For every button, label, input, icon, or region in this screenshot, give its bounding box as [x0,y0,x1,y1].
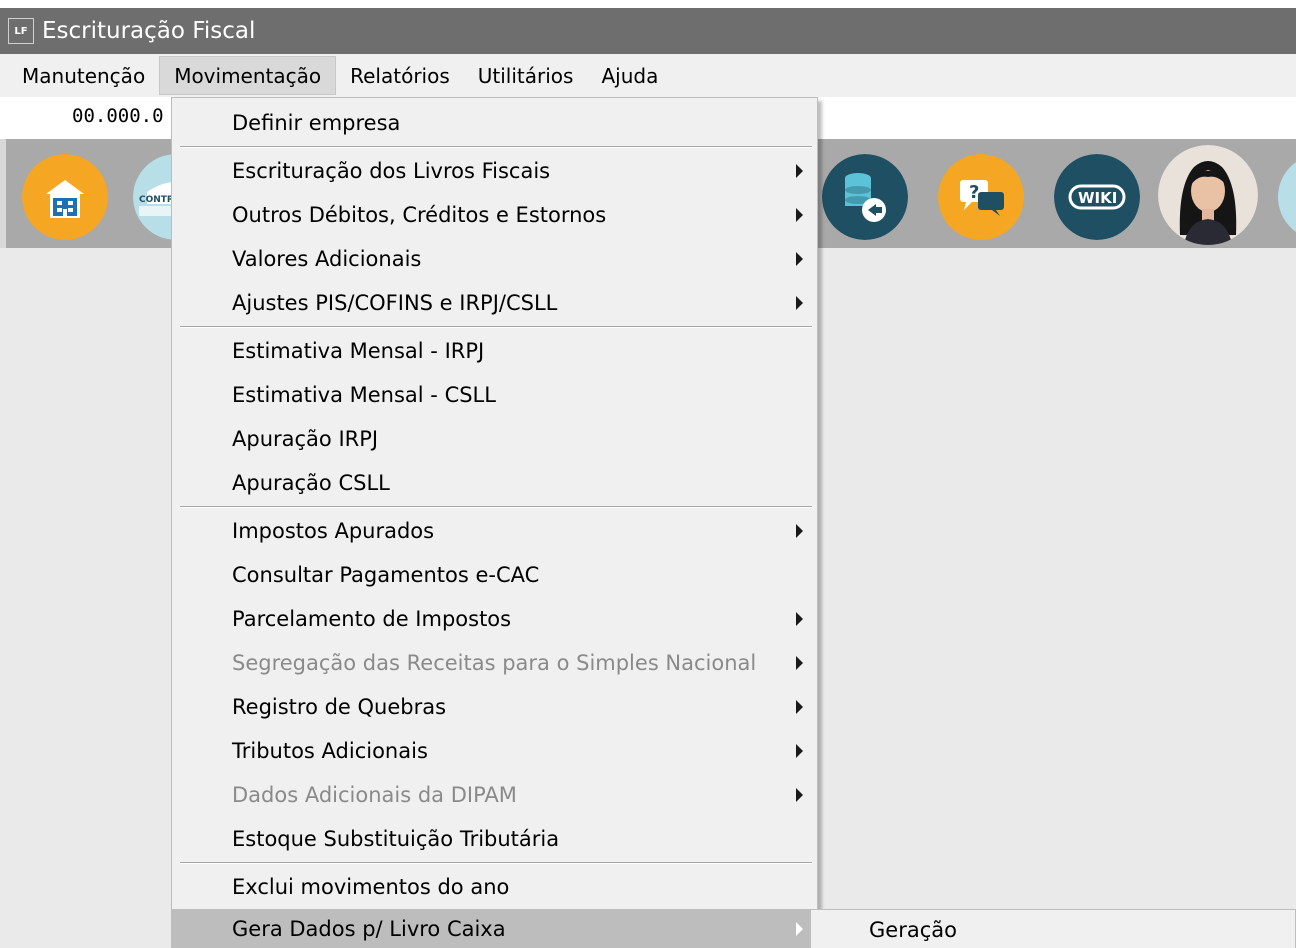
menu-item-ajustes-pis-cofins[interactable]: Ajustes PIS/COFINS e IRPJ/CSLL [172,281,817,325]
menu-separator [180,326,812,328]
submenu-arrow-icon [796,524,803,538]
menu-item-apuracao-csll[interactable]: Apuração CSLL [172,461,817,505]
help-chat-button[interactable]: ? [938,154,1024,240]
partial-toolbar-icon [1278,162,1296,232]
submenu-arrow-icon [796,922,803,936]
submenu-arrow-icon [796,164,803,178]
submenu-arrow-icon [796,744,803,758]
wiki-icon: WIKI [1054,154,1140,240]
menu-relatorios[interactable]: Relatórios [336,56,464,95]
menu-item-consultar-pagamentos[interactable]: Consultar Pagamentos e-CAC [172,553,817,597]
menu-item-impostos-apurados[interactable]: Impostos Apurados [172,509,817,553]
submenu-item-geracao[interactable]: Geração [869,918,957,942]
company-building-button[interactable] [22,154,108,240]
menu-item-definir-empresa[interactable]: Definir empresa [172,101,817,145]
menu-ajuda[interactable]: Ajuda [587,56,672,95]
contr-label: CONTR [139,195,174,205]
menu-separator [180,506,812,508]
database-icon [822,154,908,240]
menu-item-estimativa-csll[interactable]: Estimativa Mensal - CSLL [172,373,817,417]
submenu-arrow-icon [796,208,803,222]
submenu-arrow-icon [796,788,803,802]
contr-button[interactable]: CONTR [133,154,176,240]
menu-item-outros-debitos[interactable]: Outros Débitos, Créditos e Estornos [172,193,817,237]
menu-item-exclui-movimentos[interactable]: Exclui movimentos do ano [172,865,817,909]
menu-item-estimativa-irpj[interactable]: Estimativa Mensal - IRPJ [172,329,817,373]
wiki-label: WIKI [1078,189,1117,207]
menu-item-estoque-st[interactable]: Estoque Substituição Tributária [172,817,817,861]
building-icon [22,154,108,240]
menu-item-registro-quebras[interactable]: Registro de Quebras [172,685,817,729]
menu-item-segregacao-receitas[interactable]: Segregação das Receitas para o Simples N… [172,641,817,685]
database-restore-button[interactable] [822,154,908,240]
app-icon: LF [8,18,34,44]
menu-movimentacao[interactable]: Movimentação [159,56,337,95]
movimentacao-dropdown: Definir empresa Escrituração dos Livros … [171,97,818,948]
menu-item-tributos-adicionais[interactable]: Tributos Adicionais [172,729,817,773]
menu-item-valores-adicionais[interactable]: Valores Adicionais [172,237,817,281]
help-chat-icon: ? [938,154,1024,240]
menu-item-parcelamento[interactable]: Parcelamento de Impostos [172,597,817,641]
assistant-avatar-button[interactable] [1158,145,1258,245]
assistant-avatar-icon [1158,145,1258,245]
menu-separator [180,146,812,148]
more-toolbar-button[interactable] [1278,154,1296,240]
submenu-arrow-icon [796,700,803,714]
menu-item-gera-livro-caixa[interactable]: Gera Dados p/ Livro Caixa [172,909,817,948]
menu-bar: Manutenção Movimentação Relatórios Utili… [0,54,1296,97]
contract-icon: CONTR [133,154,176,240]
menu-manutencao[interactable]: Manutenção [8,56,159,95]
submenu-arrow-icon [796,252,803,266]
svg-text:?: ? [969,182,979,203]
livro-caixa-submenu: Geração [810,909,1296,948]
title-bar: LF Escrituração Fiscal [0,8,1296,54]
menu-separator [180,862,812,864]
menu-item-apuracao-irpj[interactable]: Apuração IRPJ [172,417,817,461]
submenu-arrow-icon [796,656,803,670]
wiki-button[interactable]: WIKI [1054,154,1140,240]
window-title: Escrituração Fiscal [42,18,256,44]
menu-item-dados-dipam[interactable]: Dados Adicionais da DIPAM [172,773,817,817]
menu-utilitarios[interactable]: Utilitários [464,56,588,95]
submenu-arrow-icon [796,612,803,626]
submenu-arrow-icon [796,296,803,310]
menu-item-escrituracao-livros[interactable]: Escrituração dos Livros Fiscais [172,149,817,193]
company-code: 00.000.0 [72,105,164,127]
